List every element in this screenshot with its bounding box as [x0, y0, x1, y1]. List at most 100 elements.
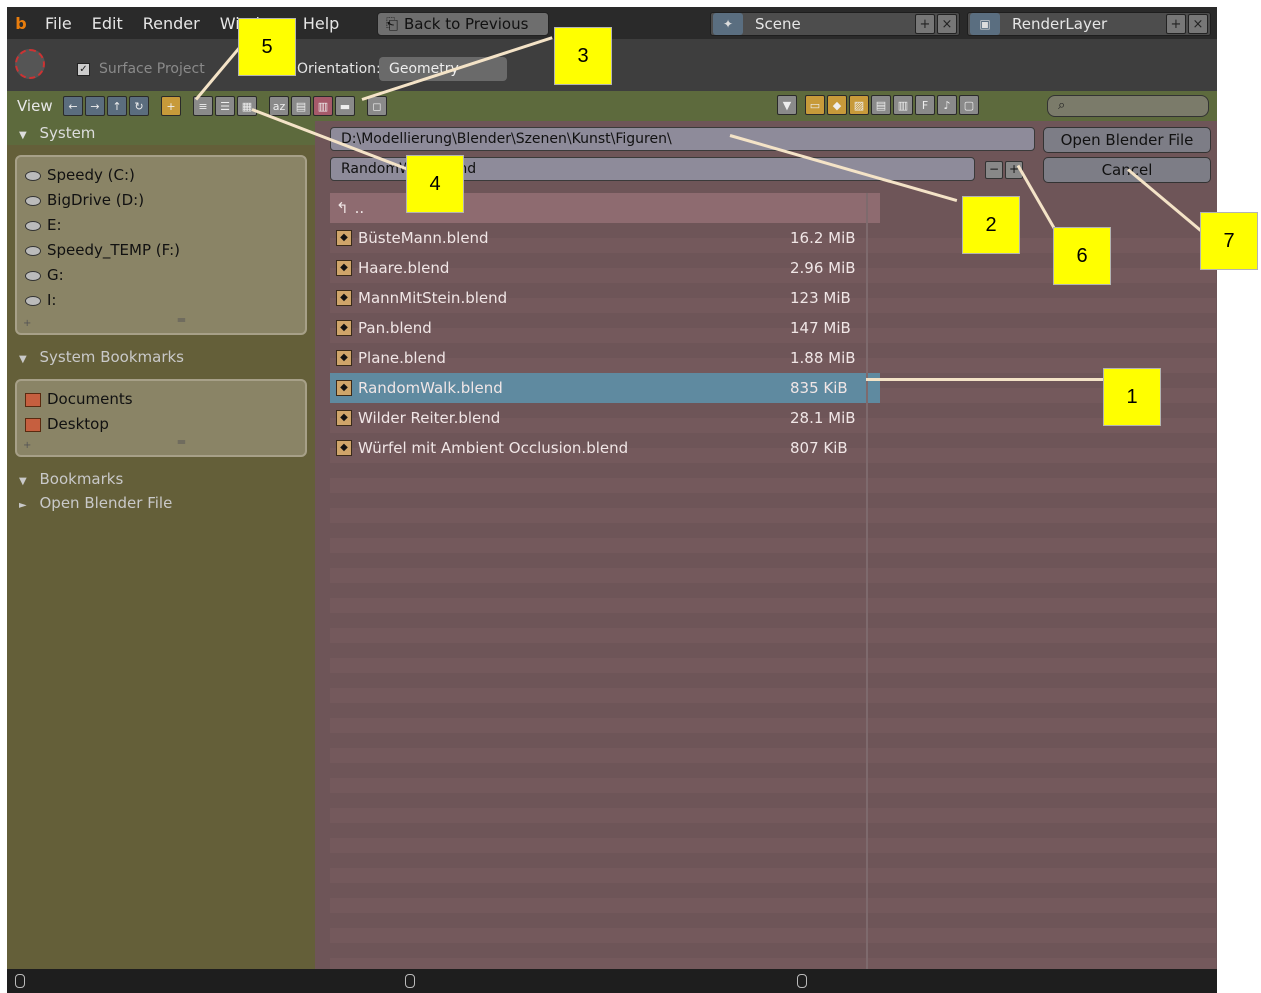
forward-arrow-icon[interactable]: → — [85, 96, 105, 116]
directory-path-field[interactable]: D:\Modellierung\Blender\Szenen\Kunst\Fig… — [330, 127, 1035, 151]
system-bookmarks-label: System Bookmarks — [39, 348, 184, 366]
system-bookmarks-header[interactable]: ▼ System Bookmarks — [7, 345, 315, 369]
search-input[interactable]: ⌕ — [1047, 95, 1209, 117]
detailed-list-icon[interactable]: ☰ — [215, 96, 235, 116]
file-row[interactable]: ◆ Plane.blend 1.88 MiB — [330, 343, 880, 373]
file-row[interactable]: ◆ BüsteMann.blend 16.2 MiB — [330, 223, 880, 253]
menu-render[interactable]: Render — [133, 14, 210, 33]
system-drives-list: Speedy (C:) BigDrive (D:) E: Speedy_TEMP… — [15, 155, 307, 335]
mouse-right-icon — [797, 974, 807, 988]
drive-item[interactable]: I: — [25, 288, 297, 313]
file-name: Plane.blend — [358, 349, 446, 367]
filter-blend-icon[interactable]: ◆ — [827, 95, 847, 115]
orientation-select[interactable]: Geometry — [379, 57, 507, 81]
drive-item[interactable]: Speedy_TEMP (F:) — [25, 238, 297, 263]
blend-file-icon: ◆ — [336, 290, 352, 306]
callout-4: 4 — [406, 155, 464, 213]
bookmark-item[interactable]: Documents — [25, 387, 297, 412]
filter-folders-icon[interactable]: ▭ — [805, 95, 825, 115]
thumbnails-icon[interactable]: ▦ — [237, 96, 257, 116]
sort-ext-icon[interactable]: ▤ — [291, 96, 311, 116]
menu-help[interactable]: Help — [293, 14, 349, 33]
blend-file-icon: ◆ — [336, 260, 352, 276]
resize-grip-icon[interactable]: ═ — [178, 313, 185, 327]
folder-icon — [25, 392, 41, 407]
system-panel-header[interactable]: ▼ System — [7, 121, 315, 145]
file-row[interactable]: ◆ Haare.blend 2.96 MiB — [330, 253, 880, 283]
sort-size-icon[interactable]: ▬ — [335, 96, 355, 116]
hide-dot-files-icon[interactable]: ◻ — [367, 96, 387, 116]
file-row[interactable]: ◆ MannMitStein.blend 123 MiB — [330, 283, 880, 313]
parent-dir-icon[interactable]: ↑ — [107, 96, 127, 116]
sort-time-icon[interactable]: ▥ — [313, 96, 333, 116]
blender-logo-icon[interactable]: b — [7, 9, 35, 37]
callout-1: 1 — [1103, 368, 1161, 426]
surface-project-checkbox[interactable]: ✓ — [77, 63, 90, 76]
list-stripe — [330, 598, 1216, 613]
callout-6: 6 — [1053, 227, 1111, 285]
surface-project-label: Surface Project — [99, 61, 205, 77]
drive-label: I: — [47, 291, 57, 309]
resize-grip-icon[interactable]: ═ — [178, 435, 185, 449]
file-name: Wilder Reiter.blend — [358, 409, 501, 427]
list-stripe — [330, 898, 1216, 913]
drive-item[interactable]: G: — [25, 263, 297, 288]
file-row[interactable]: ◆ Wilder Reiter.blend 28.1 MiB — [330, 403, 880, 433]
decrement-filename-button[interactable]: − — [985, 161, 1003, 179]
delete-scene-button[interactable]: × — [937, 14, 957, 34]
menu-edit[interactable]: Edit — [82, 14, 133, 33]
system-header-label: System — [39, 124, 96, 142]
filter-scripts-icon[interactable]: ▥ — [893, 95, 913, 115]
filter-fonts-icon[interactable]: F — [915, 95, 935, 115]
file-name: RandomWalk.blend — [358, 379, 503, 397]
file-row[interactable]: ◆ RandomWalk.blend 835 KiB — [330, 373, 880, 403]
list-stripe — [330, 838, 1216, 853]
list-stripe — [330, 748, 1216, 763]
sort-alpha-icon[interactable]: az — [269, 96, 289, 116]
list-stripe — [330, 628, 1216, 643]
refresh-icon[interactable]: ↻ — [129, 96, 149, 116]
file-name: MannMitStein.blend — [358, 289, 508, 307]
add-render-layer-button[interactable]: + — [1166, 14, 1186, 34]
open-blender-file-button[interactable]: Open Blender File — [1043, 127, 1211, 153]
menu-file[interactable]: File — [35, 14, 82, 33]
new-folder-icon[interactable]: + — [161, 96, 181, 116]
blend-file-icon: ◆ — [336, 350, 352, 366]
list-add-icon[interactable]: + — [23, 440, 31, 451]
drive-item[interactable]: Speedy (C:) — [25, 163, 297, 188]
list-add-icon[interactable]: + — [23, 318, 31, 329]
scene-icon: ✦ — [713, 13, 743, 35]
filter-text-icon[interactable]: ▢ — [959, 95, 979, 115]
3d-cursor-icon[interactable] — [15, 49, 45, 79]
filter-toggle-icon[interactable]: ▼ — [777, 95, 797, 115]
file-row[interactable]: ◆ Würfel mit Ambient Occlusion.blend 807 K… — [330, 433, 880, 463]
disk-icon — [25, 195, 41, 206]
list-stripe — [330, 928, 1216, 943]
view-menu[interactable]: View — [7, 97, 63, 115]
bookmark-label: Desktop — [47, 415, 109, 433]
filter-movies-icon[interactable]: ▤ — [871, 95, 891, 115]
filter-images-icon[interactable]: ▨ — [849, 95, 869, 115]
back-arrow-icon[interactable]: ← — [63, 96, 83, 116]
delete-render-layer-button[interactable]: × — [1188, 14, 1208, 34]
render-layer-selector[interactable]: ▣ RenderLayer + × — [967, 12, 1211, 36]
add-scene-button[interactable]: + — [915, 14, 935, 34]
list-stripe — [330, 538, 1216, 553]
list-stripe — [330, 508, 1216, 523]
file-name: Pan.blend — [358, 319, 432, 337]
back-to-previous-button[interactable]: ⎗ Back to Previous — [377, 12, 549, 36]
list-stripe — [330, 808, 1216, 823]
filter-sounds-icon[interactable]: ♪ — [937, 95, 957, 115]
file-browser-header: View ← → ↑ ↻ + ≡ ☰ ▦ az ▤ ▥ ▬ ◻ ▼ ▭ ◆ ▨ … — [7, 91, 1217, 121]
disk-icon — [25, 170, 41, 181]
file-row[interactable]: ◆ Pan.blend 147 MiB — [330, 313, 880, 343]
blend-file-icon: ◆ — [336, 230, 352, 246]
recent-header[interactable]: ► Open Blender File — [7, 491, 315, 515]
bookmarks-header[interactable]: ▼ Bookmarks — [7, 467, 315, 491]
disk-icon — [25, 220, 41, 231]
drive-item[interactable]: E: — [25, 213, 297, 238]
drive-item[interactable]: BigDrive (D:) — [25, 188, 297, 213]
scene-selector[interactable]: ✦ Scene + × — [710, 12, 960, 36]
bookmark-item[interactable]: Desktop — [25, 412, 297, 437]
file-browser-sidebar: ▼ System Speedy (C:) BigDrive (D:) E: Sp… — [7, 121, 315, 969]
